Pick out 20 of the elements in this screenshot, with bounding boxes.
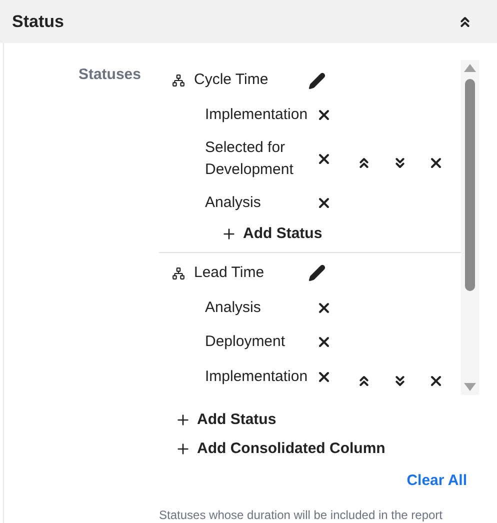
status-name: Selected for Development [205,138,294,180]
status-name: Implementation [205,366,309,386]
status-name: Implementation [205,105,309,125]
status-name: Deployment [205,332,286,352]
hierarchy-icon [172,266,185,280]
edit-icon[interactable] [308,264,326,282]
plus-icon [175,440,191,457]
section-title: Status [12,10,64,33]
add-action-button[interactable]: Add Consolidated Column [175,438,479,460]
add-status-button[interactable]: Add Status [221,223,322,246]
field-label: Statuses [78,65,141,85]
edit-icon[interactable] [308,72,326,90]
help-text: Statuses whose duration will be included in the report [159,506,444,523]
status-name: Analysis [205,193,262,213]
clear-all-link[interactable]: Clear All [406,470,467,492]
hierarchy-icon [172,74,185,87]
status-name: Analysis [205,298,262,318]
group-name: Lead Time [194,262,266,283]
add-action-button[interactable]: Add Status [175,409,479,432]
group-name: Cycle Time [194,70,270,90]
